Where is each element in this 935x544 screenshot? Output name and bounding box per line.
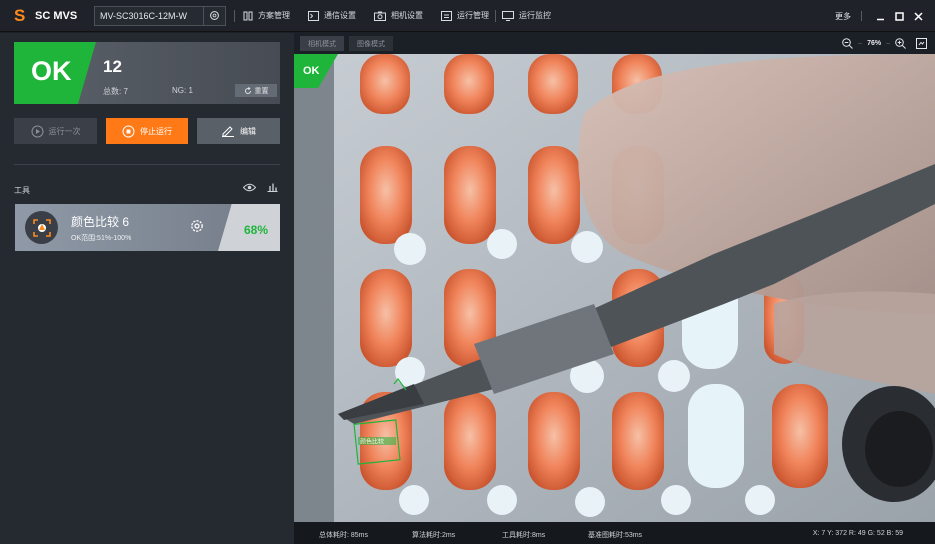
reset-button[interactable]: 重置: [235, 84, 277, 97]
eye-icon[interactable]: [243, 183, 256, 192]
edit-button[interactable]: 编辑: [197, 118, 280, 144]
color-compare-icon: [25, 211, 58, 244]
zoom-in-icon[interactable]: [895, 38, 906, 49]
tool-name: 颜色比较 6: [71, 215, 130, 229]
menu-run-manage[interactable]: 运行管理: [441, 10, 489, 21]
section-divider: [14, 164, 280, 165]
app-title: SC MVS: [35, 9, 78, 22]
menu-comm-settings[interactable]: 通信设置: [308, 10, 356, 21]
play-icon: [31, 125, 43, 137]
menu-label: 运行管理: [457, 11, 489, 20]
solution-icon: [243, 11, 253, 20]
gear-icon: [210, 11, 219, 20]
tool-ok-range: OK范围:51%-100%: [71, 235, 132, 242]
camera-settings-button[interactable]: [203, 6, 225, 25]
tab-camera-mode[interactable]: 相机模式: [300, 36, 344, 51]
pencil-icon: [222, 126, 234, 137]
camera-image: 颜色比较: [294, 54, 935, 522]
app-logo: S SC MVS: [14, 5, 94, 25]
app-window: S SC MVS MV-SC3016C-12M-W 方案管理 通信设置 相机设置…: [0, 0, 935, 544]
zoom-level: 76%: [867, 40, 882, 47]
minimize-button[interactable]: [873, 9, 887, 23]
tool-item-color-compare[interactable]: 颜色比较 6 OK范围:51%-100% 68%: [15, 204, 280, 251]
zoom-out-icon[interactable]: [842, 38, 854, 49]
ng-count: NG: 1: [172, 86, 193, 95]
run-manage-icon: [441, 10, 452, 21]
result-card: OK 12 总数: 7 NG: 1 重置: [14, 42, 280, 104]
menu-divider: [495, 9, 496, 22]
tab-image-mode[interactable]: 图像模式: [349, 36, 393, 51]
tools-heading: 工具: [14, 186, 30, 195]
run-once-button[interactable]: 运行一次: [14, 118, 97, 144]
maximize-button[interactable]: [892, 9, 906, 23]
camera-icon: [374, 11, 386, 21]
gear-icon[interactable]: [190, 219, 204, 233]
reset-icon: [244, 86, 251, 94]
ok-overlay-label: OK: [303, 65, 320, 77]
menu-solution-manage[interactable]: 方案管理: [243, 10, 290, 21]
maximize-icon: [894, 11, 904, 21]
camera-model-select[interactable]: MV-SC3016C-12M-W: [94, 5, 226, 26]
more-menu[interactable]: 更多: [835, 11, 851, 22]
menu-label: 相机设置: [391, 11, 423, 20]
result-status: OK: [31, 56, 72, 86]
stop-label: 停止运行: [140, 126, 172, 136]
camera-image-view[interactable]: 颜色比较 OK: [294, 54, 935, 522]
zoom-controls: – 76% –: [842, 36, 927, 51]
run-once-label: 运行一次: [48, 126, 81, 136]
view-toolbar: 相机模式 图像模式 – 76% –: [294, 33, 935, 54]
edit-label: 编辑: [240, 126, 256, 136]
stop-icon: [122, 125, 135, 137]
status-bar: 总体耗时: 85ms 算法耗时:2ms 工具耗时:8ms 基准图耗时:53ms …: [294, 522, 935, 544]
logo-icon: S: [14, 5, 26, 25]
total-count: 总数: 7: [103, 87, 128, 96]
tool-time: 工具耗时:8ms: [502, 532, 546, 539]
terminal-icon: [308, 10, 319, 21]
result-count: 12: [103, 57, 122, 76]
total-time: 总体耗时: 85ms: [319, 532, 369, 539]
menu-run-monitor[interactable]: 运行监控: [502, 10, 551, 21]
tool-score: 68%: [243, 223, 268, 237]
menu-divider: [234, 9, 235, 22]
menu-label: 通信设置: [324, 11, 356, 20]
menu-label: 运行监控: [519, 11, 551, 20]
divider: [861, 11, 862, 21]
close-icon: [913, 11, 923, 21]
pixel-readout: X: 7 Y: 372 R: 49 G: 52 B: 59: [812, 530, 903, 537]
roi-label: 颜色比较: [360, 438, 384, 446]
zoom-dash: –: [858, 40, 863, 47]
reset-label: 重置: [254, 87, 269, 95]
window-controls: 更多: [835, 0, 925, 32]
menu-camera-settings[interactable]: 相机设置: [374, 10, 423, 21]
camera-model-label: MV-SC3016C-12M-W: [100, 10, 188, 21]
zoom-dash: –: [886, 40, 890, 47]
algo-time: 算法耗时:2ms: [412, 532, 456, 539]
monitor-icon: [502, 10, 514, 21]
bar-chart-icon[interactable]: [267, 183, 278, 192]
close-button[interactable]: [911, 9, 925, 23]
menu-label: 方案管理: [258, 11, 290, 20]
title-bar: S SC MVS MV-SC3016C-12M-W 方案管理 通信设置 相机设置…: [0, 0, 935, 32]
ref-time: 基准图耗时:53ms: [588, 532, 643, 539]
left-panel: OK 12 总数: 7 NG: 1 重置 运行一次 停止运行 编辑 工具 颜色比…: [0, 33, 294, 544]
minimize-icon: [876, 18, 884, 20]
stop-run-button[interactable]: 停止运行: [106, 118, 188, 144]
fit-screen-icon[interactable]: [916, 38, 927, 49]
